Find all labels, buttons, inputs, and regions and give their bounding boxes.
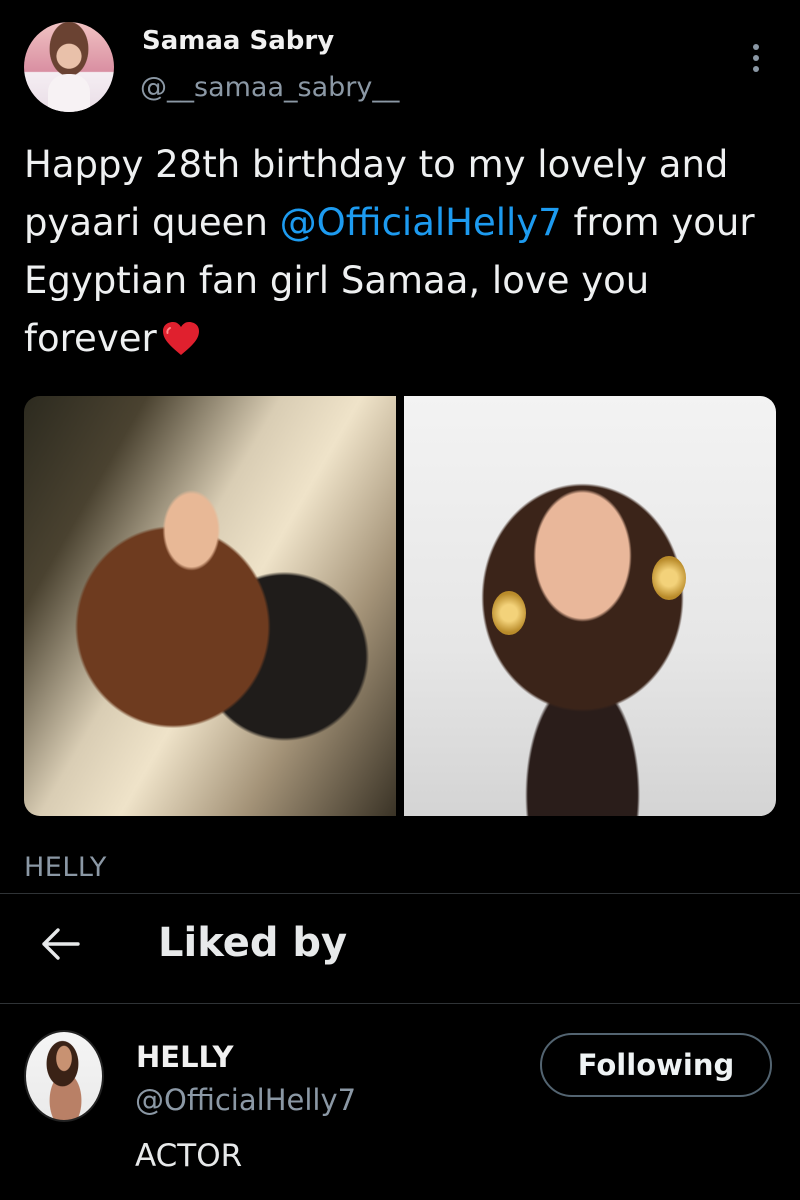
header-divider bbox=[0, 1003, 800, 1004]
author-handle[interactable]: @__samaa_sabry__ bbox=[140, 72, 399, 103]
page-title: Liked by bbox=[158, 920, 348, 966]
more-vertical-icon[interactable] bbox=[750, 44, 762, 78]
arrow-left-icon[interactable] bbox=[38, 924, 82, 964]
user-display-name[interactable]: HELLY bbox=[136, 1040, 234, 1074]
user-handle[interactable]: @OfficialHelly7 bbox=[135, 1083, 356, 1117]
following-button[interactable]: Following bbox=[540, 1033, 772, 1097]
tweet-text: Happy 28th birthday to my lovely and pya… bbox=[24, 136, 784, 368]
tweet-photo-1[interactable] bbox=[24, 396, 396, 816]
user-avatar[interactable] bbox=[24, 1030, 104, 1122]
red-heart-icon bbox=[162, 322, 199, 355]
author-avatar[interactable] bbox=[24, 22, 114, 112]
mention-link[interactable]: @OfficialHelly7 bbox=[280, 201, 562, 244]
media-caption: HELLY bbox=[24, 852, 107, 883]
author-display-name[interactable]: Samaa Sabry bbox=[142, 26, 334, 56]
section-divider bbox=[0, 893, 800, 894]
user-bio: ACTOR bbox=[135, 1138, 243, 1174]
tweet-photo-2[interactable] bbox=[404, 396, 776, 816]
